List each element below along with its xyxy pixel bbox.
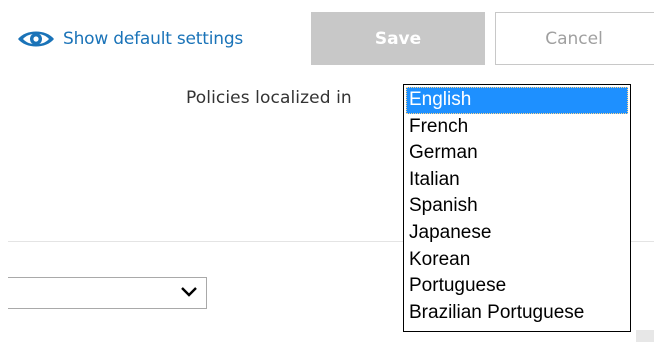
save-button[interactable]: Save xyxy=(311,12,485,65)
cancel-button[interactable]: Cancel xyxy=(495,12,654,65)
eye-icon xyxy=(16,27,56,51)
scrollbar-corner xyxy=(636,330,654,342)
policies-localized-label: Policies localized in xyxy=(186,88,352,108)
chevron-down-icon xyxy=(180,285,198,304)
language-option-english[interactable]: English xyxy=(406,87,628,114)
language-option-korean[interactable]: Korean xyxy=(406,247,628,274)
language-option-italian[interactable]: Italian xyxy=(406,167,628,194)
language-option-french[interactable]: French xyxy=(406,114,628,141)
language-option-brazilian-portuguese[interactable]: Brazilian Portuguese xyxy=(406,300,628,327)
language-option-japanese[interactable]: Japanese xyxy=(406,220,628,247)
language-option-portuguese[interactable]: Portuguese xyxy=(406,273,628,300)
show-default-settings-label: Show default settings xyxy=(63,29,244,49)
show-default-settings-link[interactable]: Show default settings xyxy=(16,22,243,56)
panel-select[interactable] xyxy=(8,277,207,309)
language-dropdown-list[interactable]: English French German Italian Spanish Ja… xyxy=(403,84,631,332)
language-option-german[interactable]: German xyxy=(406,140,628,167)
language-option-spanish[interactable]: Spanish xyxy=(406,193,628,220)
